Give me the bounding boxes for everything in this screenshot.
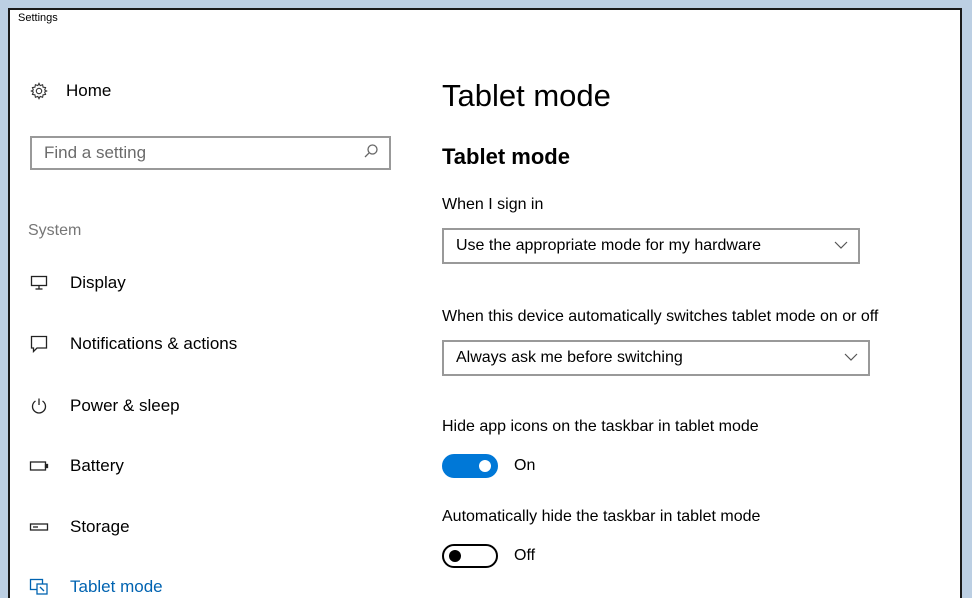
- switch-behavior-dropdown[interactable]: Always ask me before switching: [442, 340, 870, 376]
- auto-hide-taskbar-label: Automatically hide the taskbar in tablet…: [442, 508, 761, 525]
- sidebar-item-storage[interactable]: Storage: [28, 512, 130, 542]
- settings-window: Settings Home System: [8, 8, 962, 598]
- section-title: Tablet mode: [442, 144, 570, 169]
- switch-behavior-value: Always ask me before switching: [456, 349, 683, 366]
- sidebar-item-battery[interactable]: Battery: [28, 451, 124, 481]
- signin-label: When I sign in: [442, 196, 544, 213]
- section-label-system: System: [28, 222, 82, 239]
- hide-app-icons-state: On: [514, 457, 536, 474]
- sidebar-item-label: Notifications & actions: [70, 334, 238, 353]
- sidebar-item-power-sleep[interactable]: Power & sleep: [28, 391, 180, 421]
- page-title: Tablet mode: [442, 78, 611, 113]
- signin-mode-value: Use the appropriate mode for my hardware: [456, 237, 762, 254]
- sidebar-item-label: Power & sleep: [70, 396, 180, 415]
- search-icon[interactable]: [363, 143, 379, 164]
- toggle-knob: [479, 460, 491, 472]
- sidebar-item-notifications[interactable]: Notifications & actions: [28, 329, 237, 359]
- hide-app-icons-row: On: [442, 454, 535, 478]
- sidebar-item-label: Display: [70, 273, 126, 292]
- storage-icon: [28, 516, 50, 538]
- toggle-knob: [449, 550, 461, 562]
- battery-icon: [28, 455, 50, 477]
- auto-hide-taskbar-row: Off: [442, 544, 535, 568]
- search-input[interactable]: [42, 142, 346, 164]
- auto-hide-taskbar-toggle[interactable]: [442, 544, 498, 568]
- home-label: Home: [66, 81, 112, 100]
- chevron-down-icon: [844, 349, 858, 367]
- tablet-mode-icon: [28, 576, 50, 598]
- hide-app-icons-label: Hide app icons on the taskbar in tablet …: [442, 418, 759, 435]
- gear-icon: [28, 80, 50, 102]
- sidebar: Home System Display: [10, 10, 410, 598]
- auto-hide-taskbar-state: Off: [514, 547, 536, 564]
- sidebar-item-label: Tablet mode: [70, 577, 163, 596]
- home-link[interactable]: Home: [28, 80, 111, 102]
- notification-icon: [28, 333, 50, 355]
- power-icon: [28, 395, 50, 417]
- sidebar-item-display[interactable]: Display: [28, 268, 126, 298]
- sidebar-item-label: Battery: [70, 456, 124, 475]
- main-content: Tablet mode Tablet mode When I sign in U…: [442, 10, 960, 598]
- hide-app-icons-toggle[interactable]: [442, 454, 498, 478]
- search-box[interactable]: [30, 136, 391, 170]
- signin-mode-dropdown[interactable]: Use the appropriate mode for my hardware: [442, 228, 860, 264]
- sidebar-item-tablet-mode[interactable]: Tablet mode: [28, 572, 163, 598]
- switch-behavior-label: When this device automatically switches …: [442, 308, 879, 325]
- chevron-down-icon: [834, 237, 848, 255]
- sidebar-item-label: Storage: [70, 517, 130, 536]
- monitor-icon: [28, 272, 50, 294]
